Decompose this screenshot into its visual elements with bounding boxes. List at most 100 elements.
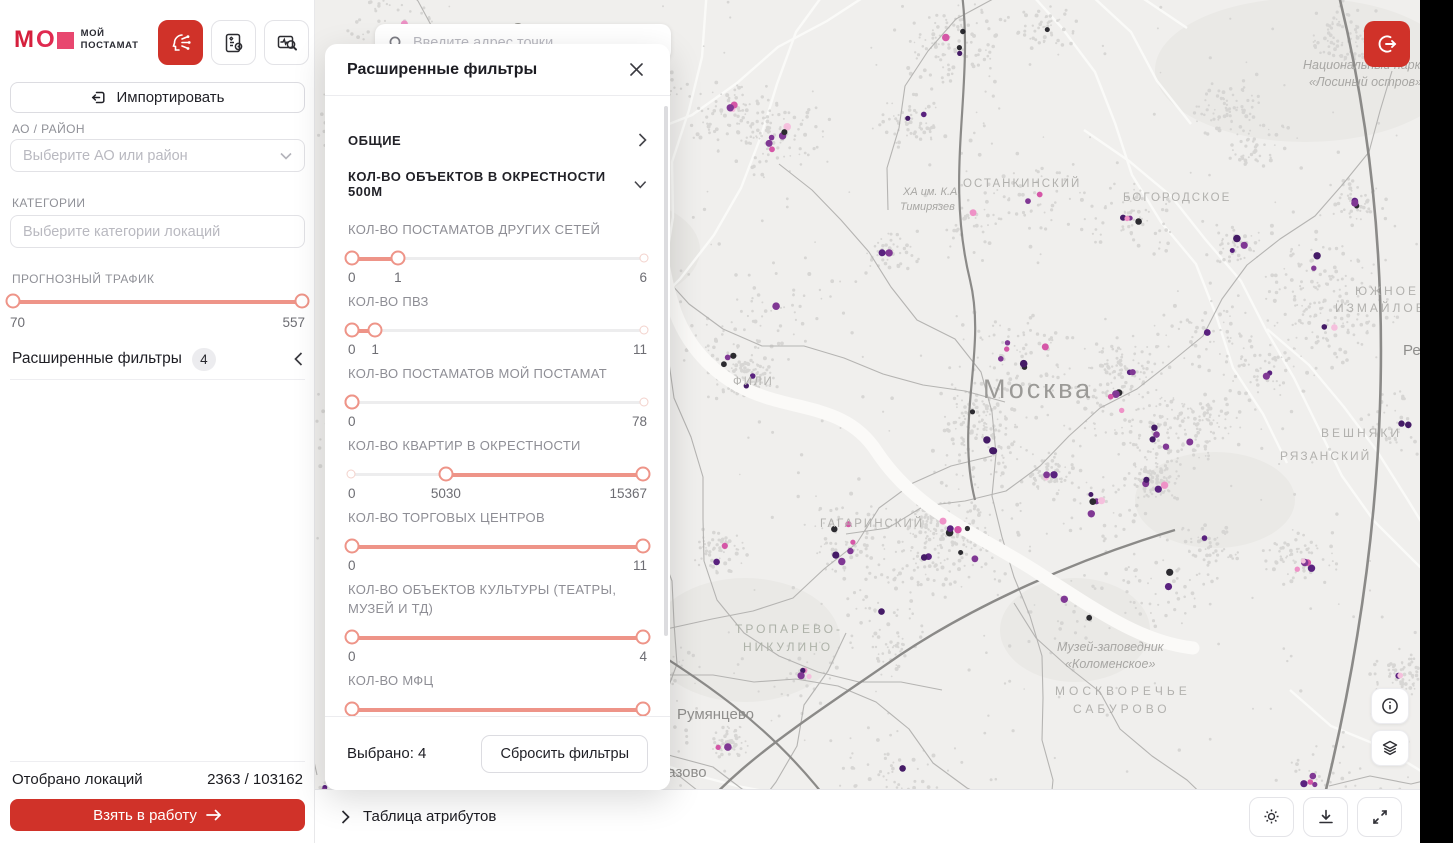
- logout-button[interactable]: [1364, 21, 1410, 67]
- filter-range-slider[interactable]: [348, 250, 647, 266]
- selected-locations-value: 2363 / 103162: [207, 771, 303, 788]
- traffic-handle-min[interactable]: [5, 294, 20, 309]
- range-handle-from[interactable]: [344, 702, 359, 717]
- map-label: «Лосиный остров»: [1309, 75, 1420, 89]
- filters-list: КОЛ-ВО ПОСТАМАТОВ ДРУГИХ СЕТЕЙ016КОЛ-ВО …: [348, 220, 647, 716]
- filter-group: КОЛ-ВО ПОСТАМАТОВ ДРУГИХ СЕТЕЙ016: [348, 220, 647, 287]
- filter-label: КОЛ-ВО ПОСТАМАТОВ МОЙ ПОСТАМАТ: [348, 364, 647, 383]
- attributes-bar: Таблица атрибутов: [315, 789, 1420, 843]
- expand-icon: [1371, 808, 1389, 826]
- attributes-table-toggle[interactable]: Таблица атрибутов: [341, 808, 496, 825]
- arrow-right-icon: [206, 809, 222, 821]
- fullscreen-button[interactable]: [1357, 797, 1402, 837]
- filter-group: КОЛ-ВО КВАРТИР В ОКРЕСТНОСТИ0503015367: [348, 436, 647, 503]
- sidebar: МО МОЙПОСТАМАТ Импортировать АО / РАЙОН …: [0, 0, 315, 843]
- screen-search-icon: [275, 31, 299, 55]
- take-to-work-button[interactable]: Взять в работу: [10, 799, 305, 831]
- range-handle-from[interactable]: [438, 467, 453, 482]
- filter-range-slider[interactable]: [348, 629, 647, 645]
- divider: [10, 379, 305, 380]
- range-handle-to[interactable]: [344, 395, 359, 410]
- chevron-down-icon: [280, 152, 292, 160]
- filter-label: КОЛ-ВО ТОРГОВЫХ ЦЕНТРОВ: [348, 508, 647, 527]
- close-button[interactable]: [624, 58, 648, 82]
- filter-range-slider[interactable]: [348, 466, 647, 482]
- reset-filters-button[interactable]: Сбросить фильтры: [481, 735, 648, 773]
- logout-icon: [1376, 33, 1398, 55]
- range-handle-from[interactable]: [344, 630, 359, 645]
- modal-title: Расширенные фильтры: [347, 61, 537, 79]
- import-button[interactable]: Импортировать: [10, 82, 305, 113]
- traffic-values: 70 557: [10, 315, 305, 332]
- range-handle-from[interactable]: [344, 539, 359, 554]
- traffic-label: ПРОГНОЗНЫЙ ТРАФИК: [12, 272, 154, 286]
- monitoring-search-button[interactable]: [264, 20, 309, 65]
- brand-mark: МО: [14, 28, 74, 52]
- range-handle-to[interactable]: [390, 251, 405, 266]
- filter-group: КОЛ-ВО ПОСТАМАТОВ МОЙ ПОСТАМАТ 078: [348, 364, 647, 431]
- app-window: ОтрадноеНациональный парк«Лосиный остров…: [0, 0, 1420, 843]
- map-info-button[interactable]: [1371, 688, 1409, 724]
- range-handle-to[interactable]: [636, 630, 651, 645]
- range-handle-to[interactable]: [636, 539, 651, 554]
- filter-group: КОЛ-ВО ОБЪЕКТОВ КУЛЬТУРЫ (ТЕАТРЫ, МУЗЕЙ …: [348, 580, 647, 666]
- map-label: ТРОПАРЕВО-: [735, 622, 843, 636]
- filter-range-slider[interactable]: [348, 394, 647, 410]
- map-label: ХА им. К.А.: [903, 186, 960, 198]
- range-handle-to[interactable]: [636, 702, 651, 717]
- map-label: Тимирязев: [900, 201, 955, 213]
- modal-scrollbar[interactable]: [664, 106, 668, 636]
- modal-header: Расширенные фильтры: [325, 44, 670, 96]
- modal-body: ОБЩИЕ КОЛ-ВО ОБЪЕКТОВ В ОКРЕСТНОСТИ 500М…: [325, 96, 670, 716]
- report-settings-button[interactable]: [211, 20, 256, 65]
- document-gear-icon: [222, 31, 246, 55]
- divider: [10, 761, 305, 762]
- map-label: ВЕШНЯКИ: [1321, 426, 1402, 440]
- ao-select[interactable]: Выберите АО или район: [10, 139, 305, 172]
- map-label: САБУРОВО: [1073, 702, 1171, 716]
- range-handle-from[interactable]: [344, 251, 359, 266]
- layers-icon: [1381, 739, 1399, 757]
- map-label: ГАГАРИНСКИЙ: [820, 518, 924, 530]
- chevron-right-icon: [638, 133, 647, 147]
- download-button[interactable]: [1303, 797, 1348, 837]
- import-icon: [90, 89, 107, 106]
- map-label: Музей-заповедник: [1057, 640, 1164, 654]
- ai-analysis-button[interactable]: [158, 20, 203, 65]
- modal-footer: Выбрано: 4 Сбросить фильтры: [325, 716, 670, 790]
- close-icon: [629, 62, 644, 77]
- filter-values: 078: [348, 414, 647, 431]
- filter-label: КОЛ-ВО ОБЪЕКТОВ КУЛЬТУРЫ (ТЕАТРЫ, МУЗЕЙ …: [348, 580, 647, 618]
- chevron-right-icon: [341, 810, 350, 824]
- chevron-down-icon: [634, 180, 647, 189]
- traffic-range-slider[interactable]: [10, 293, 305, 309]
- brand-square: [57, 32, 74, 49]
- advanced-filters-toggle[interactable]: Расширенные фильтры 4: [12, 344, 303, 374]
- filter-group: КОЛ-ВО ТОРГОВЫХ ЦЕНТРОВ 011: [348, 508, 647, 575]
- section-general[interactable]: ОБЩИЕ: [348, 118, 647, 162]
- map-label: «Коломенское»: [1065, 657, 1155, 671]
- categories-select[interactable]: Выберите категории локаций: [10, 215, 305, 248]
- map-layers-button[interactable]: [1371, 730, 1409, 766]
- filter-range-slider[interactable]: [348, 538, 647, 554]
- map-label: МОСКВОРЕЧЬЕ: [1055, 684, 1191, 698]
- map-label: НИКУЛИНО: [743, 640, 833, 654]
- map-label: БОГОРОДСКОЕ: [1123, 192, 1231, 204]
- brand-logo: МО МОЙПОСТАМАТ: [14, 28, 138, 52]
- filter-label: КОЛ-ВО ПОСТАМАТОВ ДРУГИХ СЕТЕЙ: [348, 220, 647, 239]
- categories-label: КАТЕГОРИИ: [12, 196, 85, 210]
- info-icon: [1381, 697, 1399, 715]
- map-label: ИЗМАЙЛОВО: [1335, 301, 1420, 315]
- filter-values: 011: [348, 558, 647, 575]
- filter-range-slider[interactable]: [348, 701, 647, 716]
- traffic-handle-max[interactable]: [295, 294, 310, 309]
- range-handle-to[interactable]: [636, 467, 651, 482]
- section-objects-500m[interactable]: КОЛ-ВО ОБЪЕКТОВ В ОКРЕСТНОСТИ 500М: [348, 162, 647, 206]
- range-handle-to[interactable]: [368, 323, 383, 338]
- filter-range-slider[interactable]: [348, 322, 647, 338]
- map-label: ОСТАНКИНСКИЙ: [963, 178, 1081, 190]
- settings-button[interactable]: [1249, 797, 1294, 837]
- filters-count-badge: 4: [192, 348, 216, 371]
- filter-group: КОЛ-ВО МФЦ: [348, 671, 647, 716]
- range-handle-from[interactable]: [344, 323, 359, 338]
